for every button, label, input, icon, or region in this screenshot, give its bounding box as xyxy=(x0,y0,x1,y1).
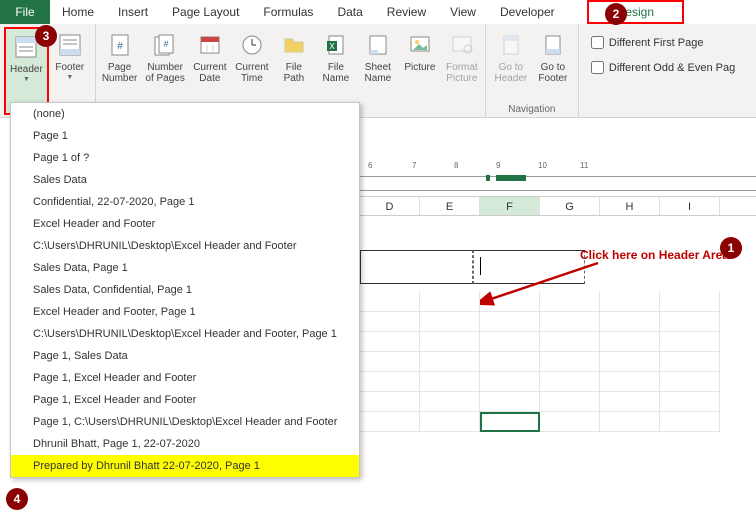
menu-developer[interactable]: Developer xyxy=(488,0,567,24)
dropdown-item[interactable]: Sales Data xyxy=(11,169,359,191)
number-of-pages-icon: # xyxy=(151,31,179,59)
menu-formulas[interactable]: Formulas xyxy=(251,0,325,24)
grid-row[interactable] xyxy=(360,312,756,332)
menu-insert[interactable]: Insert xyxy=(106,0,160,24)
col-header-f[interactable]: F xyxy=(480,197,540,215)
menu-view[interactable]: View xyxy=(438,0,488,24)
different-first-page-input[interactable] xyxy=(591,36,604,49)
annotation-text: Click here on Header Area xyxy=(580,248,729,262)
picture-button[interactable]: Picture xyxy=(399,27,441,115)
dropdown-item[interactable]: Excel Header and Footer xyxy=(11,213,359,235)
sheet-name-button[interactable]: Sheet Name xyxy=(357,27,399,115)
col-header-g[interactable]: G xyxy=(540,197,600,215)
svg-text:#: # xyxy=(117,41,123,52)
grid-row[interactable] xyxy=(360,352,756,372)
menu-review[interactable]: Review xyxy=(375,0,438,24)
footer-button-label: Footer xyxy=(55,62,84,73)
col-header-h[interactable]: H xyxy=(600,197,660,215)
header-dropdown: (none) Page 1 Page 1 of ? Sales Data Con… xyxy=(10,102,360,478)
header-cell-left[interactable] xyxy=(360,250,473,284)
dropdown-item[interactable]: Confidential, 22-07-2020, Page 1 xyxy=(11,191,359,213)
chevron-down-icon: ▼ xyxy=(23,76,30,83)
grid-row[interactable] xyxy=(360,332,756,352)
different-odd-even-input[interactable] xyxy=(591,61,604,74)
svg-text:X: X xyxy=(329,42,335,51)
picture-icon xyxy=(406,31,434,59)
dropdown-item[interactable]: Page 1 xyxy=(11,125,359,147)
ruler: 6 7 8 9 10 11 xyxy=(360,118,756,178)
col-header-i[interactable]: I xyxy=(660,197,720,215)
column-headers: D E F G H I xyxy=(360,196,756,216)
go-to-header-icon xyxy=(497,31,525,59)
page-number-icon: # xyxy=(106,31,134,59)
menu-page-layout[interactable]: Page Layout xyxy=(160,0,251,24)
dropdown-item[interactable]: Page 1, Sales Data xyxy=(11,345,359,367)
dropdown-item[interactable]: C:\Users\DHRUNIL\Desktop\Excel Header an… xyxy=(11,235,359,257)
menu-data[interactable]: Data xyxy=(325,0,374,24)
sheet-icon xyxy=(364,31,392,59)
menu-home[interactable]: Home xyxy=(50,0,106,24)
dropdown-item[interactable]: Sales Data, Page 1 xyxy=(11,257,359,279)
dropdown-item[interactable]: Page 1 of ? xyxy=(11,147,359,169)
dropdown-item[interactable]: Page 1, Excel Header and Footer xyxy=(11,389,359,411)
dropdown-item[interactable]: Page 1, C:\Users\DHRUNIL\Desktop\Excel H… xyxy=(11,411,359,433)
different-first-page-checkbox[interactable]: Different First Page xyxy=(587,33,752,52)
excel-file-icon: X xyxy=(322,31,350,59)
format-picture-icon xyxy=(448,31,476,59)
clock-icon xyxy=(238,31,266,59)
folder-icon xyxy=(280,31,308,59)
svg-text:#: # xyxy=(164,39,169,49)
grid-row[interactable] xyxy=(360,372,756,392)
worksheet-area: 6 7 8 9 10 11 D E F G H I xyxy=(360,118,756,525)
ribbon-group-navigation: Go to Header Go to Footer Navigation xyxy=(486,24,579,117)
format-picture-button[interactable]: Format Picture xyxy=(441,27,483,115)
grid-row[interactable] xyxy=(360,392,756,412)
dropdown-item[interactable]: C:\Users\DHRUNIL\Desktop\Excel Header an… xyxy=(11,323,359,345)
header-button-label: Header xyxy=(10,64,43,75)
menu-bar: File Home Insert Page Layout Formulas Da… xyxy=(0,0,756,24)
grid[interactable] xyxy=(360,292,756,432)
badge-1: 1 xyxy=(720,237,742,259)
selected-cell[interactable] xyxy=(480,412,540,432)
dropdown-item[interactable]: (none) xyxy=(11,103,359,125)
ribbon-group-options: Different First Page Different Odd & Eve… xyxy=(579,24,756,117)
dropdown-item[interactable]: Excel Header and Footer, Page 1 xyxy=(11,301,359,323)
col-header-e[interactable]: E xyxy=(420,197,480,215)
dropdown-item[interactable]: Dhrunil Bhatt, Page 1, 22-07-2020 xyxy=(11,433,359,455)
dropdown-item[interactable]: Page 1, Excel Header and Footer xyxy=(11,367,359,389)
dropdown-item[interactable]: Sales Data, Confidential, Page 1 xyxy=(11,279,359,301)
menu-design[interactable]: Design xyxy=(587,0,684,24)
col-header-d[interactable]: D xyxy=(360,197,420,215)
go-to-header-button[interactable]: Go to Header xyxy=(490,27,532,102)
go-to-footer-button[interactable]: Go to Footer xyxy=(532,27,574,102)
grid-row[interactable] xyxy=(360,412,756,432)
annotation-arrow xyxy=(480,258,610,308)
footer-icon xyxy=(56,31,84,59)
different-odd-even-checkbox[interactable]: Different Odd & Even Pag xyxy=(587,58,752,77)
dropdown-item-highlighted[interactable]: Prepared by Dhrunil Bhatt 22-07-2020, Pa… xyxy=(11,455,359,477)
calendar-icon xyxy=(196,31,224,59)
badge-2: 2 xyxy=(605,3,627,25)
file-tab[interactable]: File xyxy=(0,0,50,24)
go-to-footer-icon xyxy=(539,31,567,59)
navigation-label: Navigation xyxy=(490,102,574,115)
badge-4: 4 xyxy=(6,488,28,510)
badge-3: 3 xyxy=(35,25,57,47)
chevron-down-icon: ▼ xyxy=(66,74,73,81)
